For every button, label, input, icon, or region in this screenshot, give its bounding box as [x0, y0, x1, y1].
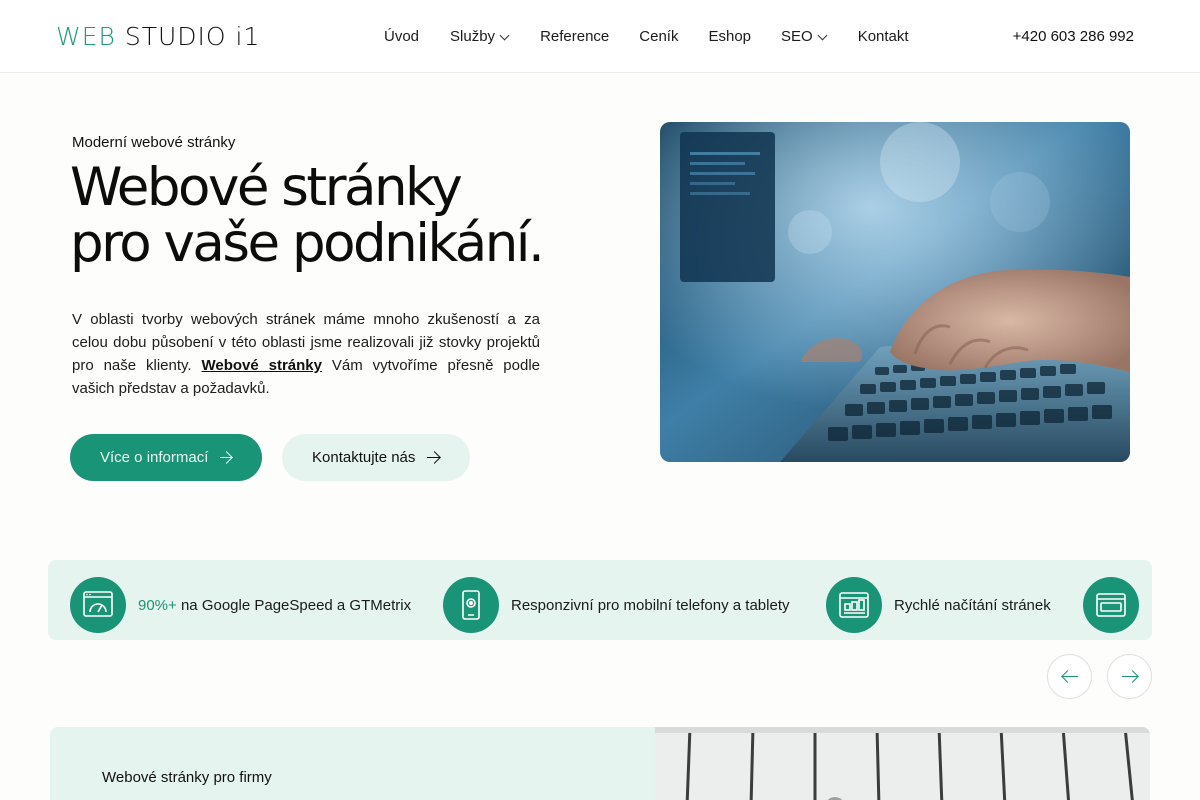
- keyboard-photo-illustration: [660, 122, 1130, 462]
- nav-item-sluzby[interactable]: Služby: [450, 26, 510, 48]
- firms-section-card: [50, 727, 655, 800]
- hero-image-keyboard-typing: [660, 122, 1130, 462]
- page: WEB STUDIO i1 Úvod Služby Reference Cení…: [0, 0, 1200, 800]
- feature-responsive: Responzivní pro mobilní telefony a table…: [443, 577, 790, 633]
- features-carousel: 90%+ na Google PageSpeed a GTMetrix Resp…: [48, 560, 1152, 640]
- speed-chart-icon: [826, 577, 882, 633]
- feature-accent: 90%+: [138, 596, 177, 614]
- carousel-next-button[interactable]: [1107, 654, 1152, 699]
- main-nav: Úvod Služby Reference Ceník Eshop SEO Ko…: [384, 26, 909, 48]
- speedometer-icon: [70, 577, 126, 633]
- feature-label: na Google PageSpeed a GTMetrix: [176, 596, 412, 614]
- nav-item-uvod[interactable]: Úvod: [384, 26, 419, 48]
- nav-label: Reference: [540, 28, 610, 45]
- nav-label: Eshop: [708, 28, 752, 45]
- feature-label: Responzivní pro mobilní telefony a table…: [511, 596, 790, 614]
- more-info-label: Více o informací: [100, 449, 209, 466]
- chevron-down-icon: [499, 30, 510, 40]
- nav-label: Kontakt: [857, 28, 909, 45]
- arrow-right-icon: [220, 452, 233, 464]
- arrow-left-icon: [1061, 671, 1078, 683]
- hero-title: Webové stránky pro vaše podnikání.: [70, 160, 630, 272]
- office-photo: [655, 727, 1150, 800]
- hero-eyebrow: Moderní webové stránky: [72, 134, 236, 151]
- firms-section-label: Webové stránky pro firmy: [102, 769, 272, 786]
- contact-us-label: Kontaktujte nás: [312, 449, 416, 466]
- nav-label: Služby: [450, 28, 496, 45]
- hero-title-line1: Webové stránky: [70, 157, 463, 218]
- html-code-icon: [1083, 577, 1139, 633]
- feature-fast-loading: Rychlé načítání stránek: [826, 577, 1051, 633]
- more-info-button[interactable]: Více o informací: [70, 434, 262, 481]
- arrow-right-icon: [1121, 671, 1138, 683]
- nav-label: Úvod: [384, 28, 420, 45]
- feature-html: [1083, 577, 1139, 633]
- nav-label: Ceník: [639, 28, 679, 45]
- chevron-down-icon: [817, 30, 828, 40]
- nav-item-seo[interactable]: SEO: [781, 26, 828, 48]
- site-header: WEB STUDIO i1 Úvod Služby Reference Cení…: [0, 0, 1200, 73]
- mobile-settings-icon: [443, 577, 499, 633]
- logo-part-studio: STUDIO i1: [115, 22, 261, 51]
- hero-text-link[interactable]: Webové stránky: [201, 357, 322, 374]
- nav-item-cenik[interactable]: Ceník: [639, 26, 678, 48]
- hero-description: V oblasti tvorby webových stránek máme m…: [72, 308, 540, 400]
- logo-part-web: WEB: [56, 22, 116, 51]
- feature-pagespeed: 90%+ na Google PageSpeed a GTMetrix: [70, 577, 411, 633]
- office-photo-illustration: [655, 727, 1150, 800]
- site-logo[interactable]: WEB STUDIO i1: [56, 22, 260, 52]
- hero-title-line2: pro vaše podnikání.: [70, 213, 545, 274]
- carousel-prev-button[interactable]: [1047, 654, 1092, 699]
- nav-label: SEO: [781, 28, 813, 45]
- phone-link[interactable]: +420 603 286 992: [1013, 26, 1134, 48]
- nav-item-reference[interactable]: Reference: [540, 26, 609, 48]
- feature-label: Rychlé načítání stránek: [894, 596, 1051, 614]
- contact-us-button[interactable]: Kontaktujte nás: [282, 434, 470, 481]
- arrow-right-icon: [427, 452, 440, 464]
- feature-text: 90%+ na Google PageSpeed a GTMetrix: [138, 597, 411, 614]
- nav-item-kontakt[interactable]: Kontakt: [858, 26, 909, 48]
- nav-item-eshop[interactable]: Eshop: [708, 26, 751, 48]
